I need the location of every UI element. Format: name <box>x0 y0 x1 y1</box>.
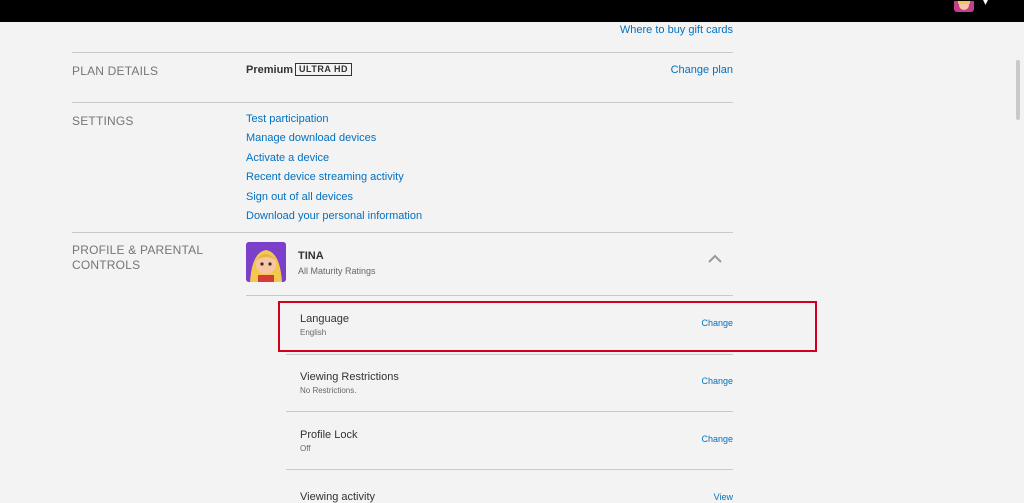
top-navigation-bar <box>0 0 1024 22</box>
settings-label: SETTINGS <box>72 114 134 128</box>
gift-cards-link[interactable]: Where to buy gift cards <box>620 24 733 36</box>
chevron-up-icon[interactable] <box>706 252 724 270</box>
manage-download-devices-link[interactable]: Manage download devices <box>246 132 376 144</box>
change-plan-link[interactable]: Change plan <box>671 64 733 76</box>
plan-name: Premium <box>246 64 294 76</box>
sign-out-all-devices-link[interactable]: Sign out of all devices <box>246 191 353 203</box>
recent-streaming-activity-link[interactable]: Recent device streaming activity <box>246 171 404 183</box>
account-menu-caret-icon[interactable]: ▾ <box>983 0 988 8</box>
profile-lock-change-link[interactable]: Change <box>701 434 733 444</box>
download-personal-info-link[interactable]: Download your personal information <box>246 210 422 222</box>
profile-lock-value: Off <box>300 444 311 453</box>
divider <box>286 469 733 470</box>
profile-parental-controls-label: PROFILE & PARENTAL CONTROLS <box>72 243 232 273</box>
plan-quality-badge: ULTRA HD <box>295 63 352 76</box>
profile-label-line1: PROFILE & PARENTAL <box>72 243 204 257</box>
viewing-restrictions-title: Viewing Restrictions <box>300 371 399 383</box>
account-avatar[interactable] <box>954 0 974 12</box>
viewing-restrictions-change-link[interactable]: Change <box>701 376 733 386</box>
test-participation-link[interactable]: Test participation <box>246 113 329 125</box>
divider <box>246 295 733 296</box>
language-highlight-box <box>278 301 817 352</box>
divider <box>286 411 733 412</box>
plan-details-label: PLAN DETAILS <box>72 64 159 78</box>
profile-maturity: All Maturity Ratings <box>298 266 376 276</box>
profile-name: TINA <box>298 250 324 262</box>
scrollbar-thumb[interactable] <box>1016 60 1020 120</box>
profile-lock-title: Profile Lock <box>300 429 358 441</box>
divider <box>286 354 733 355</box>
divider <box>72 52 733 53</box>
viewing-restrictions-value: No Restrictions. <box>300 386 357 395</box>
profile-label-line2: CONTROLS <box>72 258 141 272</box>
divider <box>72 232 733 233</box>
divider <box>72 102 733 103</box>
activate-device-link[interactable]: Activate a device <box>246 152 329 164</box>
profile-avatar[interactable] <box>246 242 286 282</box>
viewing-activity-title: Viewing activity <box>300 491 375 503</box>
